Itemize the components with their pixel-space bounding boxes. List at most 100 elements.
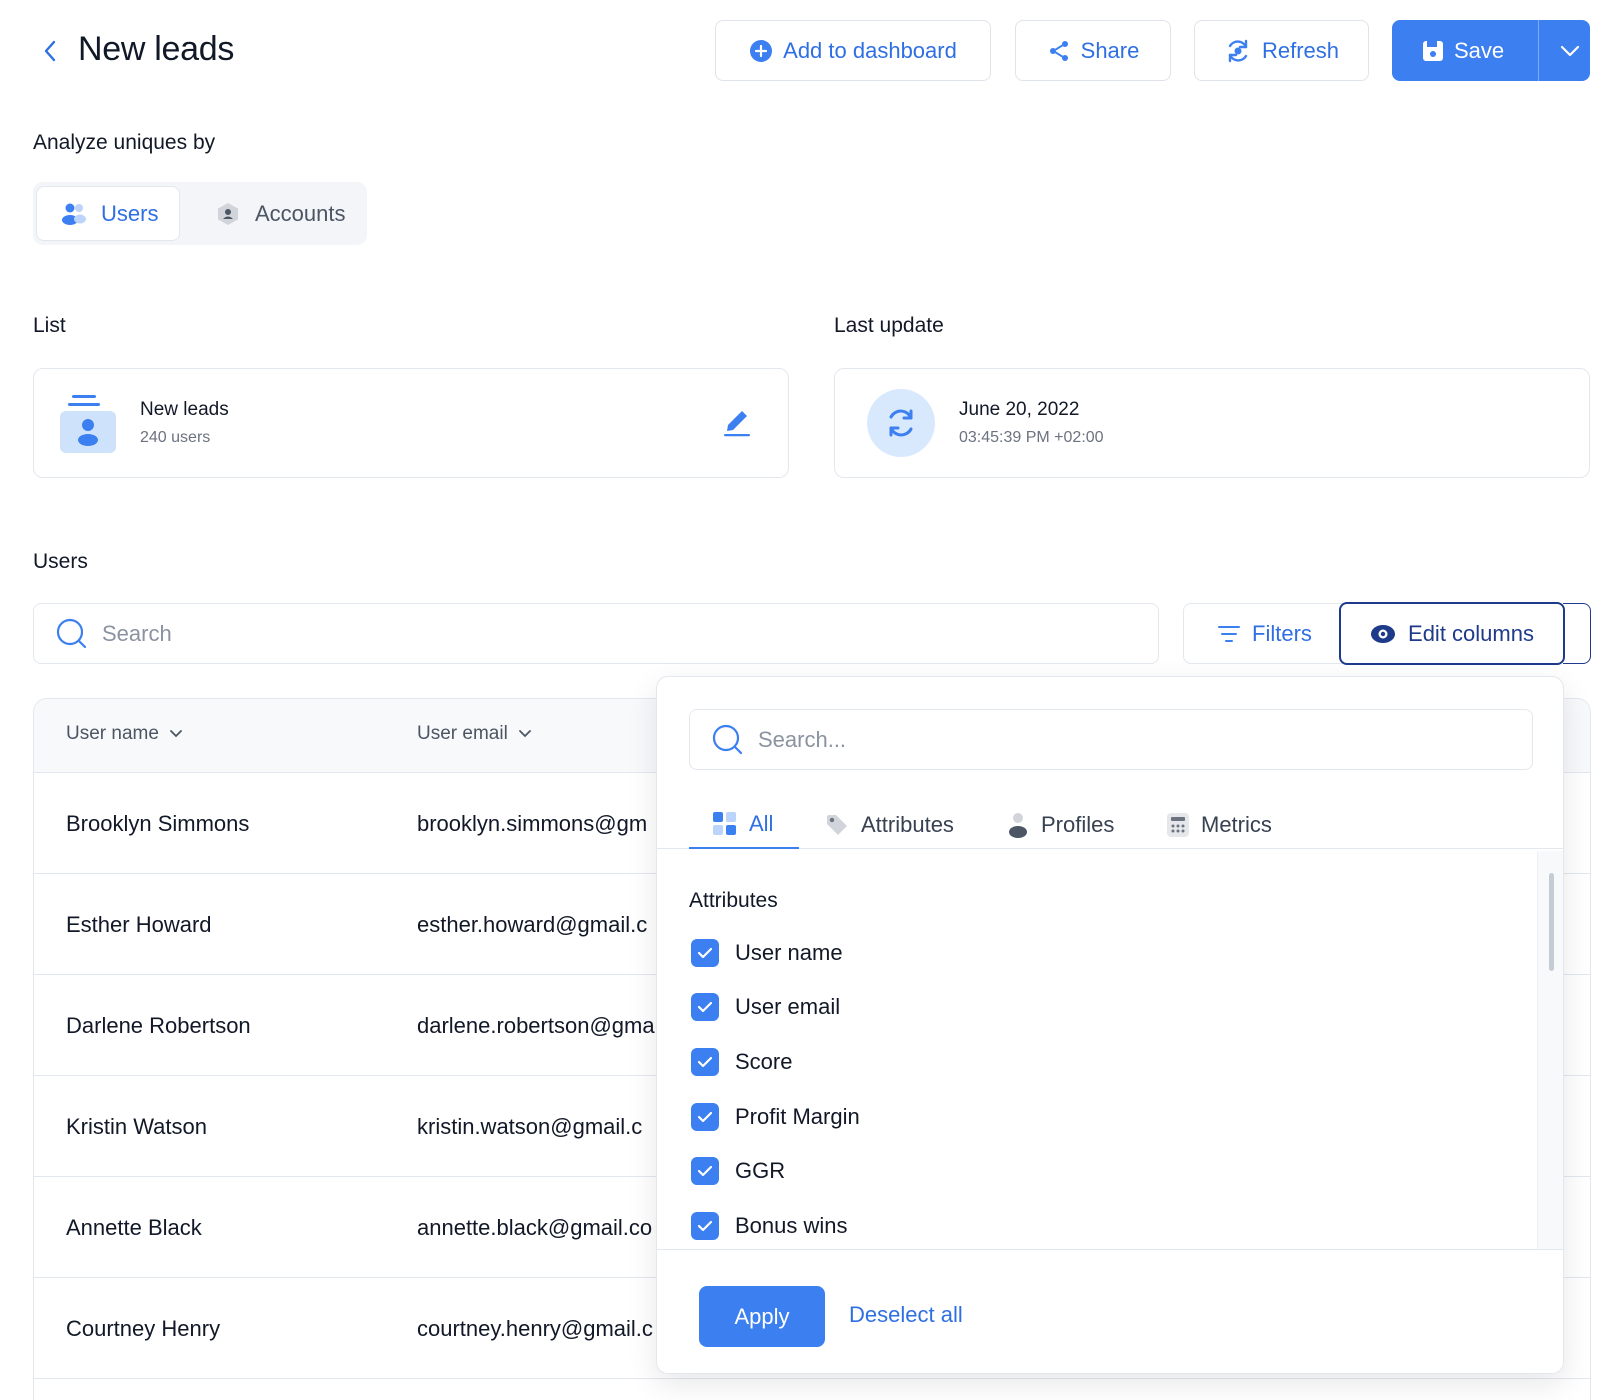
user-name-cell: Annette Black bbox=[66, 1215, 202, 1240]
calculator-icon bbox=[1167, 813, 1189, 837]
tab-attributes[interactable]: Attributes bbox=[825, 801, 954, 849]
account-hexagon-icon bbox=[218, 202, 238, 225]
column-option-score[interactable]: Score bbox=[691, 1048, 792, 1076]
user-email-cell: darlene.robertson@gma bbox=[417, 1013, 655, 1038]
filters-button[interactable]: Filters bbox=[1183, 603, 1347, 664]
grid-icon bbox=[713, 812, 736, 835]
tab-all-label: All bbox=[749, 811, 774, 836]
checkbox-checked[interactable] bbox=[691, 1157, 719, 1185]
segment-users-label: Users bbox=[101, 200, 159, 226]
refresh-icon bbox=[1228, 39, 1248, 62]
plus-circle-icon bbox=[750, 39, 773, 62]
column-header-user-email[interactable]: User email bbox=[417, 723, 532, 745]
list-name: New leads bbox=[140, 399, 229, 420]
scrollbar-thumb[interactable] bbox=[1549, 873, 1554, 971]
checkbox-checked[interactable] bbox=[691, 1048, 719, 1076]
floppy-disk-icon bbox=[1423, 40, 1443, 61]
segment-accounts-label: Accounts bbox=[255, 200, 346, 226]
column-option-label: Bonus wins bbox=[735, 1213, 848, 1238]
segment-users[interactable]: Users bbox=[36, 186, 180, 241]
column-option-label: Profit Margin bbox=[735, 1104, 860, 1129]
apply-button[interactable]: Apply bbox=[699, 1286, 825, 1347]
filter-lines-icon bbox=[1218, 625, 1241, 642]
chevron-down-icon bbox=[518, 730, 531, 738]
checkbox-checked[interactable] bbox=[691, 1212, 719, 1240]
column-option-label: Score bbox=[735, 1049, 793, 1074]
add-to-dashboard-label: Add to dashboard bbox=[783, 37, 957, 63]
column-header-label: User name bbox=[66, 723, 159, 744]
chevron-down-icon bbox=[1560, 45, 1579, 56]
filters-label: Filters bbox=[1252, 620, 1312, 646]
columns-search-placeholder: Search... bbox=[758, 726, 847, 752]
list-count: 240 users bbox=[140, 429, 211, 446]
share-button[interactable]: Share bbox=[1015, 20, 1171, 81]
user-email-cell: brooklyn.simmons@gm bbox=[417, 811, 648, 836]
share-label: Share bbox=[1080, 37, 1140, 63]
user-name-cell: Darlene Robertson bbox=[66, 1013, 251, 1038]
analyze-label: Analyze uniques by bbox=[33, 131, 216, 154]
last-update-card: June 20, 2022 03:45:39 PM +02:00 bbox=[834, 368, 1590, 478]
save-button[interactable]: Save bbox=[1392, 20, 1528, 81]
user-email-cell: kristin.watson@gmail.c bbox=[417, 1114, 643, 1139]
edit-list-button[interactable] bbox=[722, 405, 756, 441]
column-option-label: User name bbox=[735, 940, 843, 965]
user-name-cell: Courtney Henry bbox=[66, 1316, 221, 1341]
column-option-label: GGR bbox=[735, 1158, 786, 1183]
add-to-dashboard-button[interactable]: Add to dashboard bbox=[715, 20, 991, 81]
tab-profiles-label: Profiles bbox=[1041, 812, 1115, 837]
user-name-cell: Brooklyn Simmons bbox=[66, 811, 250, 836]
last-update-label: Last update bbox=[834, 314, 944, 337]
column-type-tabs: All Attributes Profiles Metrics bbox=[657, 801, 1563, 849]
checkbox-checked[interactable] bbox=[691, 1103, 719, 1131]
edit-columns-outline bbox=[1563, 603, 1591, 664]
column-option-profit-margin[interactable]: Profit Margin bbox=[691, 1103, 860, 1131]
deselect-all-link[interactable]: Deselect all bbox=[849, 1302, 963, 1328]
tab-metrics-label: Metrics bbox=[1201, 812, 1272, 837]
user-email-cell: courtney.henry@gmail.c bbox=[417, 1316, 653, 1341]
users-search-input[interactable]: Search bbox=[33, 603, 1159, 664]
column-option-label: User email bbox=[735, 994, 841, 1019]
check-icon bbox=[697, 1001, 713, 1013]
update-time: 03:45:39 PM +02:00 bbox=[959, 429, 1104, 446]
page-title: New leads bbox=[78, 30, 235, 68]
tab-profiles[interactable]: Profiles bbox=[1007, 801, 1114, 849]
check-icon bbox=[697, 1111, 713, 1123]
list-card: New leads 240 users bbox=[33, 368, 789, 478]
edit-columns-popover: Search... All Attributes Profiles Metric… bbox=[656, 676, 1564, 1374]
segment-accounts[interactable]: Accounts bbox=[205, 186, 365, 241]
pencil-icon bbox=[724, 411, 750, 437]
chevron-down-icon bbox=[170, 730, 182, 738]
search-icon bbox=[56, 618, 87, 648]
check-icon bbox=[697, 1220, 713, 1232]
user-email-cell: annette.black@gmail.co bbox=[417, 1215, 653, 1240]
edit-columns-button[interactable]: Edit columns bbox=[1339, 602, 1565, 665]
column-option-user-email[interactable]: User email bbox=[691, 993, 840, 1021]
column-header-user-name[interactable]: User name bbox=[66, 723, 183, 745]
attributes-group-title: Attributes bbox=[689, 889, 778, 912]
share-icon bbox=[1049, 40, 1068, 61]
back-button[interactable] bbox=[36, 36, 64, 66]
analyze-segmented-control: Users Accounts bbox=[33, 182, 367, 245]
check-icon bbox=[697, 947, 713, 959]
checkbox-checked[interactable] bbox=[691, 939, 719, 967]
refresh-button[interactable]: Refresh bbox=[1194, 20, 1369, 81]
popover-footer: Apply Deselect all bbox=[657, 1249, 1563, 1373]
column-option-ggr[interactable]: GGR bbox=[691, 1157, 785, 1185]
tab-all[interactable]: All bbox=[689, 801, 799, 849]
eye-icon bbox=[1371, 624, 1396, 643]
save-options-button[interactable] bbox=[1549, 20, 1590, 81]
columns-search-input[interactable]: Search... bbox=[689, 709, 1533, 770]
users-search-placeholder: Search bbox=[102, 620, 172, 646]
update-date: June 20, 2022 bbox=[959, 399, 1080, 420]
columns-scrollbar[interactable] bbox=[1537, 851, 1563, 1249]
tab-attributes-label: Attributes bbox=[861, 812, 954, 837]
save-split-button: Save bbox=[1392, 20, 1590, 81]
checkbox-checked[interactable] bbox=[691, 993, 719, 1021]
tab-metrics[interactable]: Metrics bbox=[1167, 801, 1272, 849]
user-name-cell: Kristin Watson bbox=[66, 1114, 208, 1139]
tag-icon bbox=[827, 815, 847, 835]
list-section-label: List bbox=[33, 314, 66, 337]
chevron-left-icon bbox=[44, 40, 56, 62]
column-option-bonus-wins[interactable]: Bonus wins bbox=[691, 1212, 848, 1240]
column-option-user-name[interactable]: User name bbox=[691, 939, 843, 967]
